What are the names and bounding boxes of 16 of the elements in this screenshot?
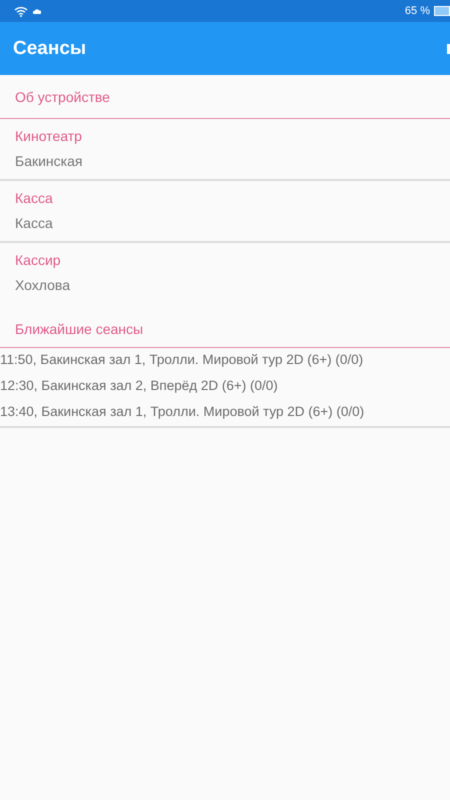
field-value: Хохлова <box>15 277 70 294</box>
session-item[interactable]: 13:40, Бакинская зал 1, Тролли. Мировой тур 2D (6+) (0/0) <box>0 400 450 423</box>
battery-icon <box>434 6 450 16</box>
field-label: Кинотеатр <box>15 128 82 145</box>
field-label: Кассир <box>15 252 61 269</box>
session-item[interactable]: 11:50, Бакинская зал 1, Тролли. Мировой тур 2D (6+) (0/0) <box>0 348 450 371</box>
section-label[interactable]: Об устройстве <box>15 89 110 106</box>
session-item[interactable]: 12:30, Бакинская зал 2, Вперёд 2D (6+) (0/0) <box>0 374 450 397</box>
cloud-icon <box>33 8 41 14</box>
field-label: Касса <box>15 190 53 207</box>
field-value: Бакинская <box>15 153 82 170</box>
battery-percent: 65 % <box>404 5 430 17</box>
section-label: Ближайшие сеансы <box>15 321 144 338</box>
wifi-icon <box>14 6 28 16</box>
screen-title: Сеансы <box>12 38 86 60</box>
field-value: Касса <box>15 215 53 232</box>
